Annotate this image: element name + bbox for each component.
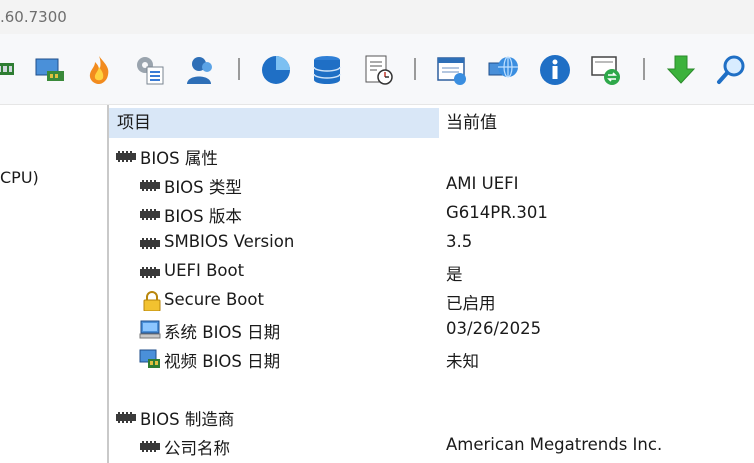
row-label: SMBIOS Version	[164, 232, 295, 251]
chip-icon	[140, 180, 160, 191]
table-row[interactable]: UEFI Boot 是	[109, 257, 754, 286]
column-header-value[interactable]: 当前值	[446, 108, 497, 138]
table-header: 项目 当前值	[109, 105, 754, 141]
table-row[interactable]: BIOS 制造商	[109, 402, 754, 431]
report-clock-icon[interactable]	[361, 53, 395, 87]
download-arrow-icon[interactable]	[664, 53, 698, 87]
navigation-pane: CPU)	[0, 105, 109, 463]
row-label: 视频 BIOS 日期	[164, 352, 281, 371]
chip-icon	[116, 412, 136, 423]
computer-icon	[139, 320, 161, 339]
row-value: 3.5	[446, 232, 473, 251]
table-row[interactable]: 视频 BIOS 日期 未知	[109, 344, 754, 373]
row-label: 公司名称	[164, 439, 230, 458]
row-value: AMI UEFI	[446, 174, 519, 193]
row-value: G614PR.301	[446, 203, 548, 222]
table-row[interactable]: BIOS 版本 G614PR.301	[109, 199, 754, 228]
nav-item-cpu[interactable]: CPU)	[0, 168, 39, 187]
chip-icon	[140, 209, 160, 220]
video-card-icon	[139, 349, 160, 368]
browser-window-icon[interactable]	[435, 53, 469, 87]
row-label: BIOS 类型	[164, 178, 242, 197]
toolbar-separator	[238, 58, 240, 80]
table-row[interactable]: SMBIOS Version 3.5	[109, 228, 754, 257]
chip-icon	[140, 238, 160, 249]
memory-icon[interactable]	[0, 53, 18, 87]
table-row[interactable]: 公司名称 American Megatrends Inc.	[109, 431, 754, 460]
row-label: 系统 BIOS 日期	[164, 323, 281, 342]
row-value: 是	[446, 265, 463, 284]
chip-icon	[140, 441, 160, 452]
table-row[interactable]: Secure Boot 已启用	[109, 286, 754, 315]
chip-icon	[140, 267, 160, 278]
row-label: BIOS 制造商	[140, 410, 235, 429]
row-value: 03/26/2025	[446, 319, 542, 338]
flame-icon[interactable]	[82, 53, 116, 87]
row-value: American Megatrends Inc.	[446, 435, 663, 454]
window-title: .60.7300	[0, 8, 67, 26]
user-icon[interactable]	[184, 53, 218, 87]
search-icon[interactable]	[715, 53, 749, 87]
info-icon[interactable]	[538, 53, 572, 87]
lock-icon	[143, 291, 161, 311]
toolbar-separator	[643, 58, 645, 80]
row-value: 未知	[446, 352, 479, 371]
disk-pie-icon[interactable]	[259, 53, 293, 87]
row-label: Secure Boot	[164, 290, 264, 309]
table-row[interactable]: BIOS 类型 AMI UEFI	[109, 170, 754, 199]
table-row[interactable]: 系统 BIOS 日期 03/26/2025	[109, 315, 754, 344]
remote-desktop-icon[interactable]	[589, 53, 623, 87]
details-table: 项目 当前值 BIOS 属性 BIOS 类型 AMI UEFI BIOS 版本 …	[109, 105, 754, 463]
row-label: BIOS 属性	[140, 149, 218, 168]
title-bar: .60.7300	[0, 0, 754, 34]
toolbar-separator	[414, 58, 416, 80]
network-globe-icon[interactable]	[487, 53, 521, 87]
table-row[interactable]: BIOS 属性	[109, 141, 754, 170]
column-header-item[interactable]: 项目	[109, 108, 439, 138]
database-icon[interactable]	[310, 53, 344, 87]
row-label: UEFI Boot	[164, 261, 245, 280]
chip-icon	[116, 151, 136, 162]
toolbar	[0, 34, 754, 105]
row-value: 已启用	[446, 294, 496, 313]
settings-checklist-icon[interactable]	[133, 53, 167, 87]
network-card-icon[interactable]	[33, 53, 67, 87]
row-label: BIOS 版本	[164, 207, 242, 226]
